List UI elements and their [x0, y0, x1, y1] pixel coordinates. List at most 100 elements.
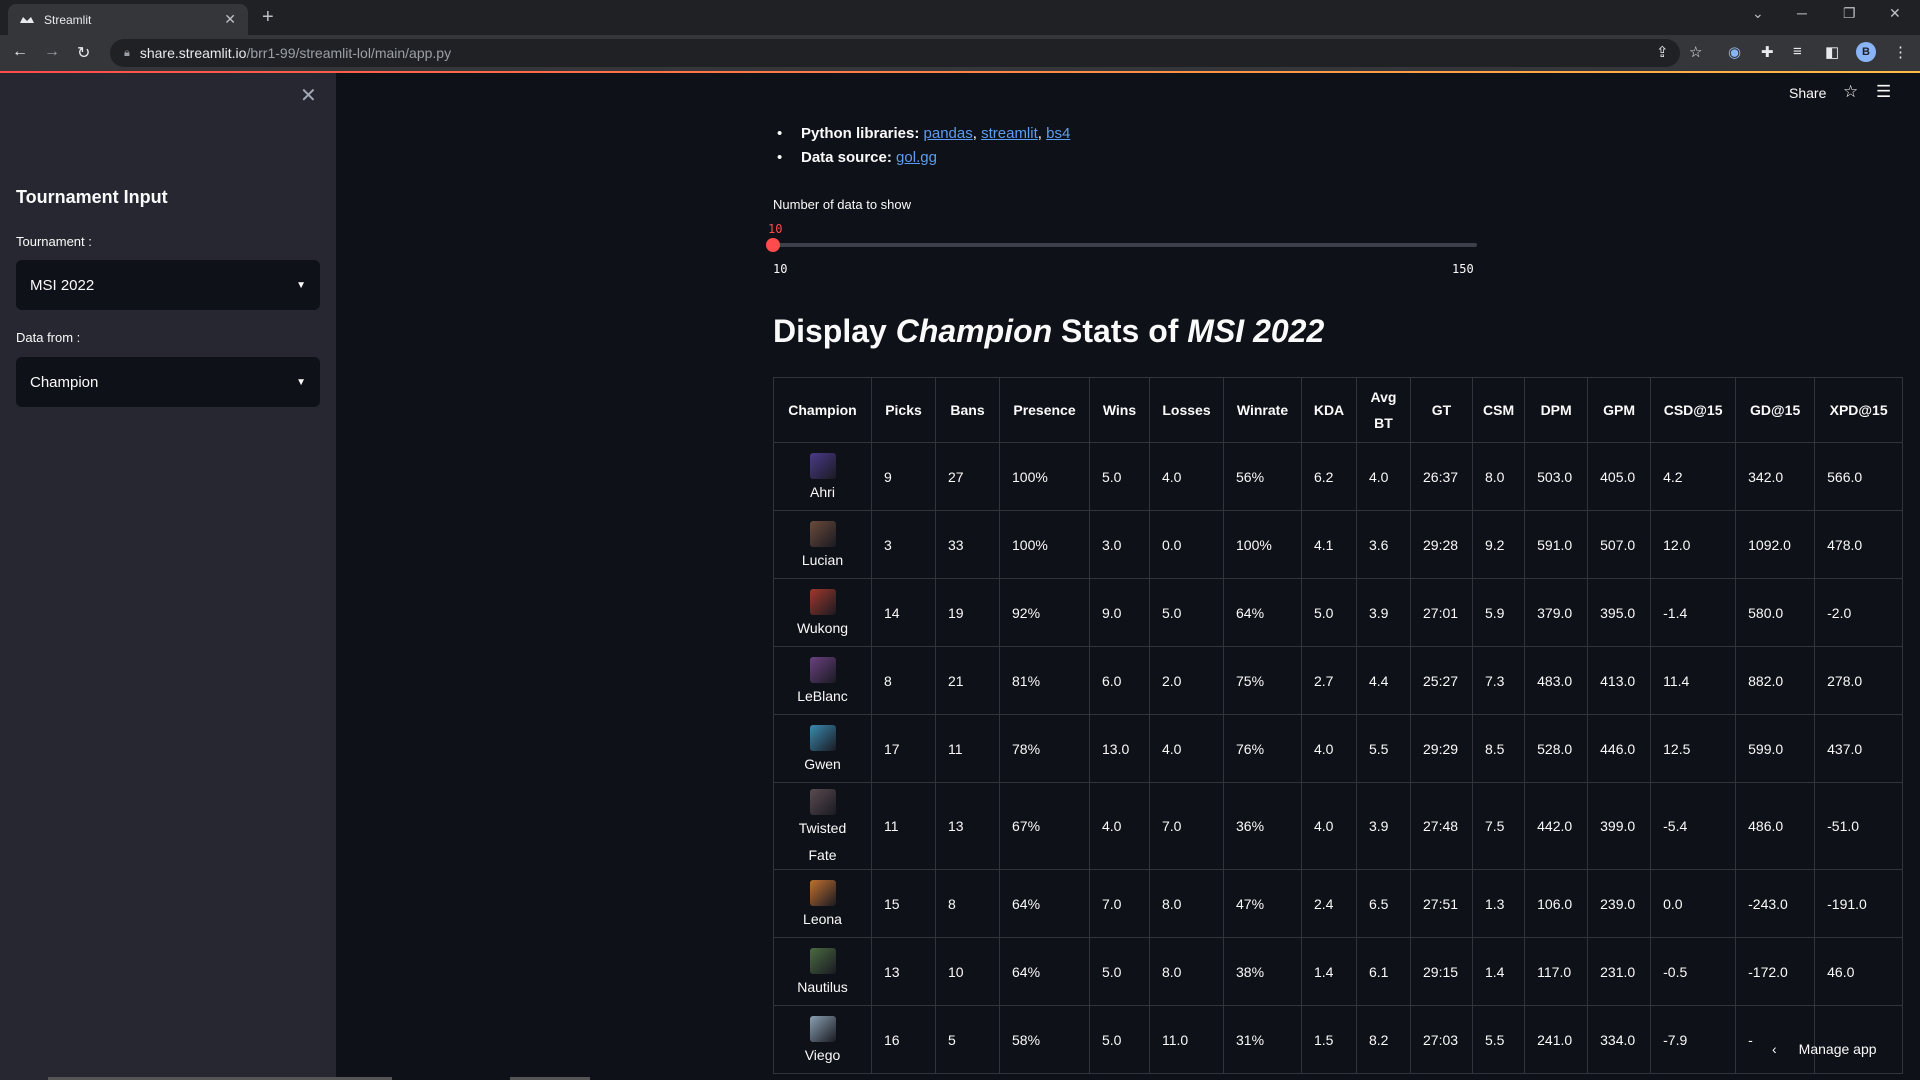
- url-path: /brr1-99/streamlit-lol/main/app.py: [246, 45, 452, 61]
- data-from-select[interactable]: Champion ▼: [16, 357, 320, 407]
- slider-max-label: 150: [1452, 262, 1474, 276]
- caret-down-icon: ▼: [296, 279, 306, 291]
- table-cell: 503.0: [1524, 442, 1589, 511]
- column-header[interactable]: GPM: [1587, 377, 1652, 443]
- column-header[interactable]: CSM: [1471, 377, 1526, 443]
- table-row: Wukong 14 19 92% 9.0 5.0 64% 5.0 3.9 27:01 5.9 379.…: [773, 578, 1904, 647]
- champion-cell: Viego: [773, 1005, 872, 1074]
- profile-avatar[interactable]: B: [1856, 42, 1876, 62]
- table-cell: 92%: [999, 578, 1090, 647]
- browser-tabbar: Streamlit ✕ + ⌄ ─ ❐ ✕: [0, 0, 1920, 35]
- extensions-puzzle-icon[interactable]: ✚: [1761, 43, 1774, 61]
- slider-thumb[interactable]: [766, 238, 780, 252]
- tab-search-icon[interactable]: ⌄: [1752, 5, 1764, 22]
- extension-icon[interactable]: ◉: [1728, 43, 1741, 61]
- minimize-icon[interactable]: ─: [1797, 5, 1807, 21]
- table-cell: 15: [871, 869, 936, 938]
- manage-app-button[interactable]: ‹ Manage app: [1772, 1041, 1877, 1057]
- champion-portrait-icon: [809, 789, 836, 815]
- restore-icon[interactable]: ❐: [1843, 5, 1856, 22]
- column-header[interactable]: Losses: [1149, 377, 1224, 443]
- table-cell: 13: [871, 937, 936, 1006]
- table-cell: 117.0: [1524, 937, 1589, 1006]
- column-header[interactable]: GD@15: [1735, 377, 1816, 443]
- column-header[interactable]: KDA: [1301, 377, 1357, 443]
- browser-tab[interactable]: Streamlit ✕: [8, 4, 248, 35]
- column-header[interactable]: CSD@15: [1650, 377, 1737, 443]
- table-cell: 100%: [999, 442, 1090, 511]
- table-cell: 2.0: [1149, 646, 1224, 715]
- column-header[interactable]: GT: [1410, 377, 1473, 443]
- column-header[interactable]: Winrate: [1223, 377, 1302, 443]
- table-cell: 27:51: [1410, 869, 1473, 938]
- side-panel-icon[interactable]: ◧: [1825, 43, 1839, 61]
- table-cell: 81%: [999, 646, 1090, 715]
- share-button[interactable]: Share: [1789, 85, 1826, 101]
- table-cell: 5.0: [1089, 1005, 1150, 1074]
- back-icon[interactable]: ←: [12, 43, 28, 61]
- table-cell: 12.5: [1650, 714, 1737, 783]
- table-cell: 21: [935, 646, 1000, 715]
- gol-gg-link[interactable]: gol.gg: [896, 149, 937, 166]
- table-cell: 36%: [1223, 782, 1302, 870]
- table-cell: 1.3: [1471, 869, 1526, 938]
- forward-icon[interactable]: →: [44, 43, 60, 61]
- column-header[interactable]: Presence: [999, 377, 1090, 443]
- table-row: LeBlanc 8 21 81% 6.0 2.0 75% 2.7 4.4 25:27 7.3 483.…: [773, 646, 1904, 715]
- champion-portrait-icon: [809, 589, 836, 615]
- column-header[interactable]: DPM: [1524, 377, 1589, 443]
- table-cell: 1092.0: [1735, 510, 1816, 579]
- column-header[interactable]: Champion: [773, 377, 872, 443]
- table-cell: 413.0: [1587, 646, 1652, 715]
- table-cell: 4.0: [1301, 714, 1357, 783]
- share-page-icon[interactable]: ⇪: [1656, 43, 1669, 61]
- table-cell: -243.0: [1735, 869, 1816, 938]
- pandas-link[interactable]: pandas: [924, 125, 973, 142]
- table-cell: -7.9: [1650, 1005, 1737, 1074]
- table-cell: 17: [871, 714, 936, 783]
- table-cell: 46.0: [1814, 937, 1904, 1006]
- table-cell: 241.0: [1524, 1005, 1589, 1074]
- data-from-label: Data from :: [16, 330, 81, 345]
- new-tab-icon[interactable]: +: [262, 6, 274, 29]
- url-input[interactable]: 🔒︎ share.streamlit.io/brr1-99/streamlit-…: [110, 39, 1680, 67]
- table-cell: 9: [871, 442, 936, 511]
- close-sidebar-icon[interactable]: ✕: [300, 83, 317, 108]
- sidebar-title: Tournament Input: [16, 187, 168, 207]
- column-header[interactable]: Wins: [1089, 377, 1150, 443]
- column-header[interactable]: Picks: [871, 377, 936, 443]
- table-cell: 106.0: [1524, 869, 1589, 938]
- browser-menu-icon[interactable]: ⋮: [1893, 43, 1908, 61]
- table-row: Lucian 3 33 100% 3.0 0.0 100% 4.1 3.6 29:28 9.2 591…: [773, 510, 1904, 579]
- tournament-select[interactable]: MSI 2022 ▼: [16, 260, 320, 310]
- column-header[interactable]: Bans: [935, 377, 1000, 443]
- slider-current-value: 10: [768, 222, 783, 236]
- streamlit-link[interactable]: streamlit: [981, 125, 1038, 142]
- champion-portrait-icon: [809, 521, 836, 547]
- column-header[interactable]: Avg BT: [1356, 377, 1411, 443]
- table-cell: 11: [871, 782, 936, 870]
- slider-track[interactable]: [773, 243, 1477, 247]
- table-cell: 528.0: [1524, 714, 1589, 783]
- star-icon[interactable]: ☆: [1843, 82, 1858, 102]
- champion-portrait-icon: [809, 657, 836, 683]
- table-cell: 8: [935, 869, 1000, 938]
- info-list: Python libraries: pandas, streamlit, bs4…: [773, 125, 1070, 173]
- close-window-icon[interactable]: ✕: [1889, 5, 1901, 22]
- table-cell: 5.0: [1089, 937, 1150, 1006]
- reload-icon[interactable]: ↻: [77, 43, 90, 63]
- slider-label: Number of data to show: [773, 197, 912, 212]
- stats-table-container[interactable]: Champion Picks Bans Presence Wins Losses Winra…: [773, 377, 1920, 1080]
- url-host: share.streamlit.io: [139, 45, 247, 61]
- table-cell: 9.0: [1089, 578, 1150, 647]
- table-cell: 478.0: [1814, 510, 1904, 579]
- bookmark-star-icon[interactable]: ☆: [1689, 43, 1702, 61]
- close-tab-icon[interactable]: ✕: [224, 11, 236, 28]
- media-control-icon[interactable]: ≡: [1793, 43, 1802, 60]
- hamburger-menu-icon[interactable]: ☰: [1876, 82, 1891, 102]
- table-cell: 379.0: [1524, 578, 1589, 647]
- column-header[interactable]: XPD@15: [1814, 377, 1904, 443]
- bs4-link[interactable]: bs4: [1046, 125, 1070, 142]
- table-cell: 4.0: [1089, 782, 1150, 870]
- table-cell: 7.3: [1471, 646, 1526, 715]
